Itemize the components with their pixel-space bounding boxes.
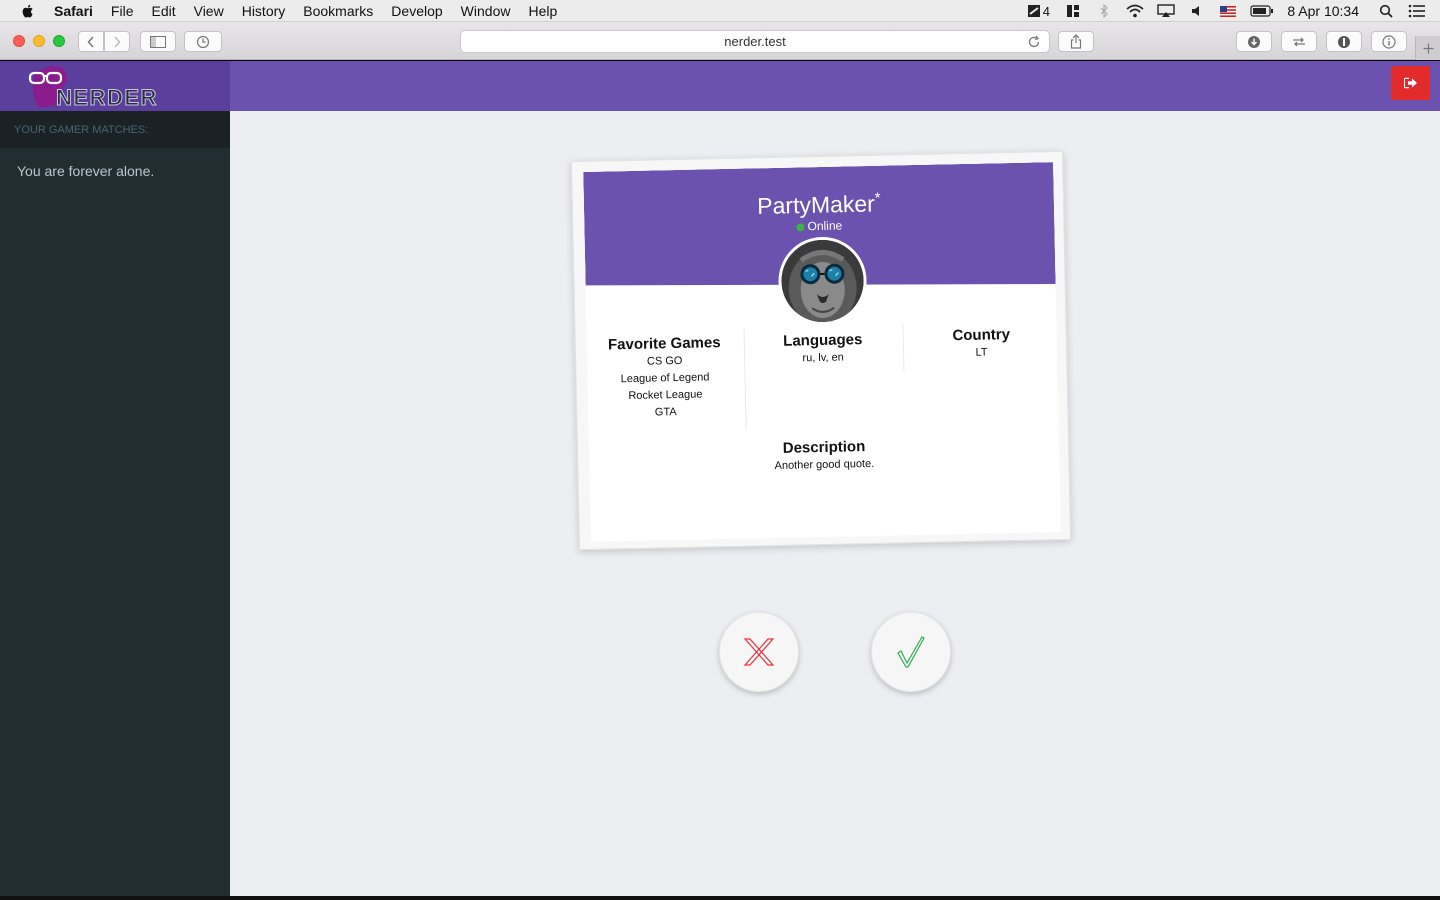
menu-help[interactable]: Help bbox=[528, 3, 557, 19]
menu-develop[interactable]: Develop bbox=[391, 3, 442, 19]
country-value: LT bbox=[975, 346, 988, 359]
matches-empty-text: You are forever alone. bbox=[17, 163, 155, 179]
chevron-right-icon bbox=[114, 35, 121, 48]
volume-icon[interactable] bbox=[1188, 4, 1206, 18]
extension-button[interactable] bbox=[1281, 31, 1317, 52]
profile-name-mark: * bbox=[874, 189, 881, 207]
forward-button[interactable] bbox=[104, 31, 130, 52]
online-dot-icon bbox=[796, 223, 805, 232]
reject-button[interactable] bbox=[719, 612, 799, 692]
bluetooth-icon[interactable] bbox=[1095, 4, 1113, 18]
languages-value: ru, lv, en bbox=[802, 351, 844, 365]
languages-section: Languages ru, lv, en bbox=[745, 330, 902, 368]
back-button[interactable] bbox=[78, 31, 104, 52]
browser-toolbar: nerder.test bbox=[0, 22, 1440, 60]
status-app-icon[interactable]: 4 bbox=[1025, 3, 1051, 19]
profile-card[interactable]: PartyMaker* Online Favorite Games CS GO … bbox=[570, 150, 1072, 551]
new-tab-button[interactable] bbox=[1415, 36, 1440, 60]
description-section: Description Another good quote. bbox=[589, 434, 1060, 479]
menu-file[interactable]: File bbox=[111, 3, 134, 19]
apple-icon[interactable] bbox=[20, 3, 36, 19]
notification-center-icon[interactable] bbox=[1408, 4, 1426, 18]
info-icon bbox=[1382, 34, 1396, 49]
avatar bbox=[777, 236, 868, 326]
history-button[interactable] bbox=[184, 31, 222, 52]
battery-icon[interactable] bbox=[1250, 4, 1274, 18]
country-label: Country bbox=[952, 326, 1011, 345]
window-layout-icon[interactable] bbox=[1064, 4, 1082, 18]
menu-edit[interactable]: Edit bbox=[151, 3, 175, 19]
online-status-text: Online bbox=[807, 218, 843, 234]
menu-window[interactable]: Window bbox=[461, 3, 511, 19]
languages-label: Languages bbox=[783, 331, 863, 350]
sidebar-toggle-button[interactable] bbox=[140, 31, 176, 52]
chevron-left-icon bbox=[87, 35, 94, 48]
clock-icon bbox=[196, 35, 210, 48]
sidebar: YOUR GAMER MATCHES: You are forever alon… bbox=[0, 111, 230, 896]
reload-icon[interactable] bbox=[1027, 35, 1041, 49]
menu-view[interactable]: View bbox=[194, 3, 224, 19]
download-icon bbox=[1248, 35, 1260, 48]
matches-header: YOUR GAMER MATCHES: bbox=[0, 111, 230, 148]
country-section: Country LT bbox=[904, 325, 1060, 363]
sidebar-icon bbox=[150, 35, 166, 48]
screen-bottom-edge bbox=[0, 896, 1440, 900]
lion-avatar-image bbox=[780, 239, 865, 326]
info-button[interactable] bbox=[1371, 31, 1407, 52]
check-icon bbox=[897, 636, 925, 668]
accept-button[interactable] bbox=[871, 612, 951, 692]
app-header: NERDER bbox=[0, 61, 1440, 111]
status-badge-count: 4 bbox=[1042, 3, 1050, 19]
url-text: nerder.test bbox=[724, 34, 786, 49]
clock[interactable]: 8 Apr 10:34 bbox=[1287, 3, 1359, 19]
web-page: NERDER YOUR GAMER MATCHES: You are forev… bbox=[0, 61, 1440, 896]
share-icon bbox=[1070, 34, 1082, 49]
profile-name-text: PartyMaker bbox=[756, 190, 876, 219]
spotlight-search-icon[interactable] bbox=[1377, 4, 1395, 18]
menu-history[interactable]: History bbox=[242, 3, 286, 19]
brand-area[interactable]: NERDER bbox=[0, 61, 230, 111]
nerder-logo: NERDER bbox=[28, 66, 158, 111]
password-manager-button[interactable] bbox=[1326, 31, 1362, 52]
plus-icon bbox=[1423, 43, 1433, 53]
logo-text: NERDER bbox=[56, 85, 158, 110]
close-window-button[interactable] bbox=[13, 35, 25, 47]
share-button[interactable] bbox=[1058, 31, 1094, 52]
password-manager-icon bbox=[1338, 35, 1350, 48]
sign-out-icon bbox=[1403, 77, 1417, 89]
extension-icon bbox=[1293, 37, 1305, 46]
menu-app-name[interactable]: Safari bbox=[54, 3, 93, 19]
minimize-window-button[interactable] bbox=[33, 35, 45, 47]
zoom-window-button[interactable] bbox=[53, 35, 65, 47]
favorite-games-label: Favorite Games bbox=[607, 334, 721, 354]
logout-button[interactable] bbox=[1391, 66, 1430, 100]
favorite-game-item: GTA bbox=[654, 406, 677, 419]
airplay-icon[interactable] bbox=[1157, 4, 1176, 18]
profile-card-inner: PartyMaker* Online Favorite Games CS GO … bbox=[583, 162, 1061, 542]
menu-bar: Safari File Edit View History Bookmarks … bbox=[0, 0, 1440, 22]
x-icon bbox=[743, 638, 775, 666]
downloads-button[interactable] bbox=[1236, 31, 1272, 52]
menu-bookmarks[interactable]: Bookmarks bbox=[303, 3, 373, 19]
flag-us-icon[interactable] bbox=[1219, 4, 1237, 18]
wifi-icon[interactable] bbox=[1126, 4, 1144, 18]
favorite-games-section: Favorite Games CS GO League of Legend Ro… bbox=[587, 334, 744, 423]
address-bar[interactable]: nerder.test bbox=[460, 30, 1050, 53]
